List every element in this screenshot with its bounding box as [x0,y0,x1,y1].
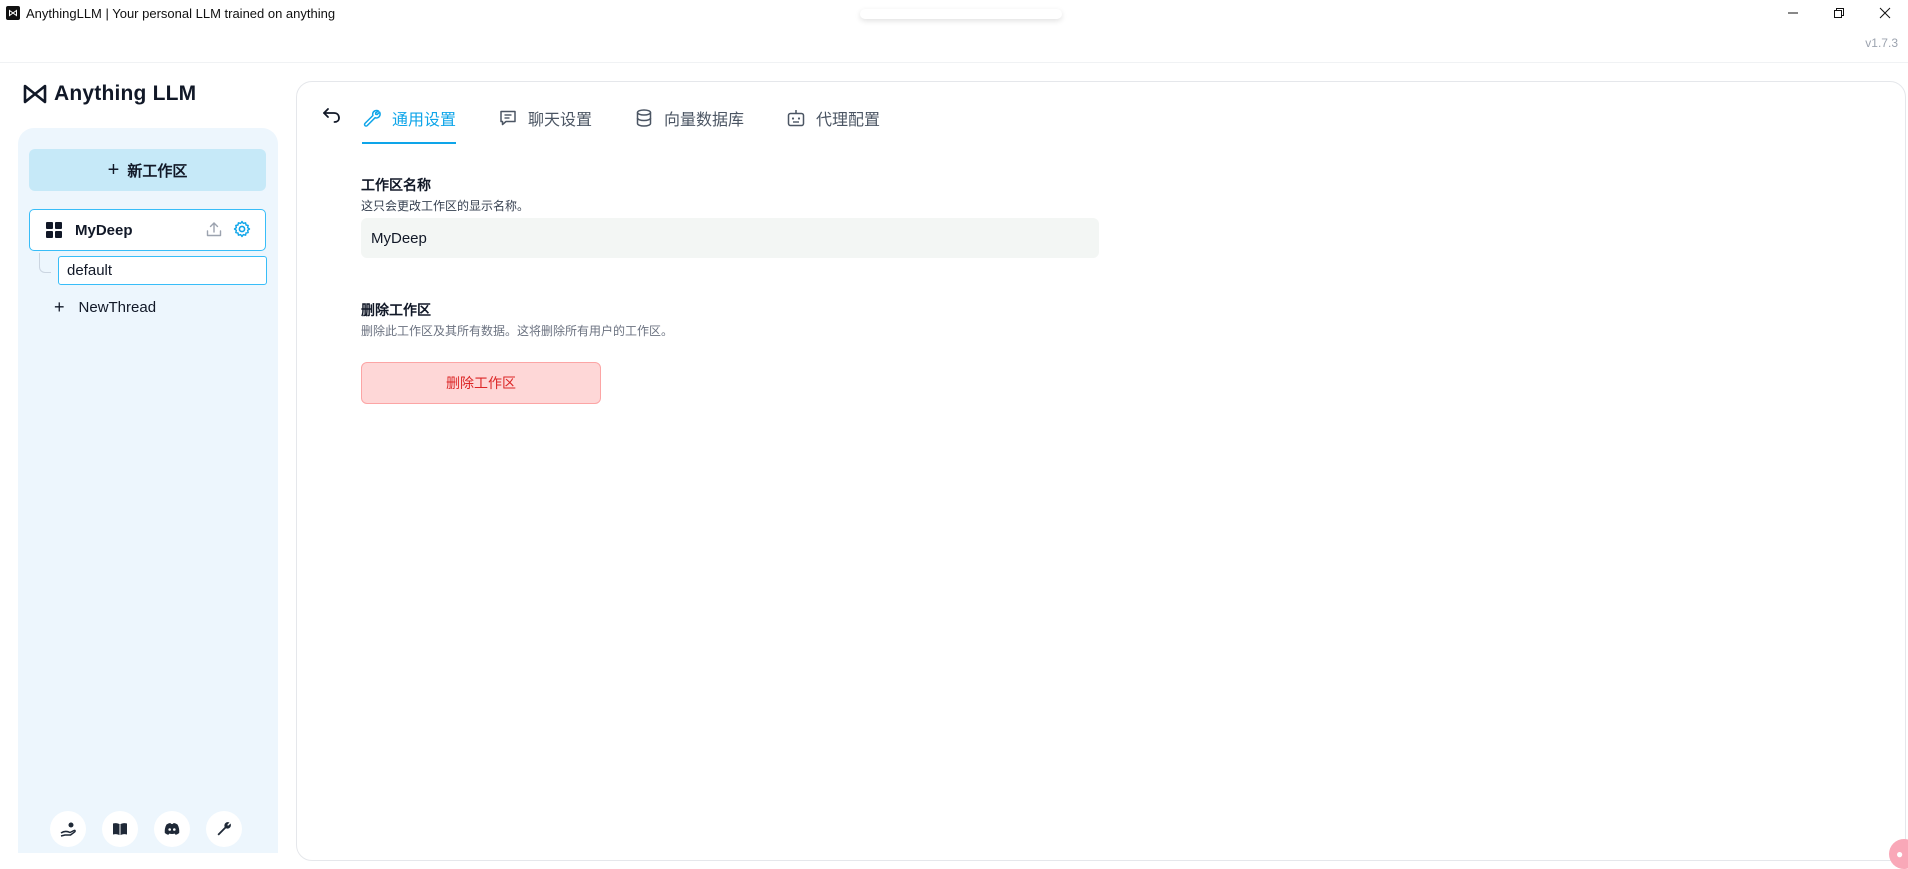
workspace-actions [205,220,251,238]
workspace-name-description: 这只会更改工作区的显示名称。 [361,199,530,213]
new-thread-button[interactable]: + NewThread [54,298,156,316]
workspace-name-title: 工作区名称 [361,177,431,193]
tab-label: 聊天设置 [528,112,593,129]
plus-icon: + [107,159,120,181]
settings-button[interactable] [206,811,242,847]
restore-button[interactable] [1816,0,1862,26]
app-logo-icon [6,6,20,20]
sidebar: + 新工作区 MyDeep default + NewThread [18,128,278,853]
database-icon [636,109,652,127]
wrench-icon [363,109,381,127]
delete-workspace-button[interactable]: 删除工作区 [361,362,601,404]
new-thread-label: NewThread [78,298,157,316]
thread-item-default[interactable]: default [58,256,267,285]
new-workspace-button[interactable]: + 新工作区 [29,149,266,191]
delete-workspace-title: 删除工作区 [361,302,431,318]
chat-icon [500,110,516,126]
workspace-item-mydeep[interactable]: MyDeep [29,209,266,251]
workspace-settings-panel: 通用设置 聊天设置 向量数据库 代理配置 工作区名称 这只会更改工作区的显示名称… [296,81,1908,869]
plus-icon: + [54,297,65,317]
brand-name: Anything LLM [54,82,197,105]
header-divider [0,62,1908,63]
window-controls [1770,0,1908,26]
community-hub-button[interactable] [50,811,86,847]
gear-icon[interactable] [233,220,251,238]
settings-tabs: 通用设置 聊天设置 向量数据库 代理配置 [362,100,880,144]
anythingllm-logo-icon [23,84,47,104]
minimize-button[interactable] [1770,0,1816,26]
drag-handle[interactable] [860,9,1062,19]
window-titlebar: AnythingLLM | Your personal LLM trained … [0,0,1908,26]
tab-general-settings[interactable]: 通用设置 [362,100,457,144]
tab-label: 通用设置 [392,112,457,129]
workspace-name: MyDeep [75,221,133,239]
community-hub-icon [60,822,76,837]
new-workspace-label: 新工作区 [127,162,188,180]
docs-book-icon [113,823,127,836]
tab-chat-settings[interactable]: 聊天设置 [498,100,592,136]
tab-label: 向量数据库 [664,112,745,129]
docs-button[interactable] [102,811,138,847]
helper-bubble-icon: ● [1896,847,1904,861]
tab-vector-database[interactable]: 向量数据库 [634,100,744,136]
tab-label: 代理配置 [816,112,881,129]
delete-workspace-description: 删除此工作区及其所有数据。这将删除所有用户的工作区。 [361,324,674,338]
back-arrow-icon[interactable] [321,104,343,126]
settings-wrench-icon [217,822,231,836]
floating-helper-bubble[interactable]: ● [1889,839,1908,869]
thread-connector-line [39,253,51,273]
workspace-name-input[interactable]: MyDeep [361,218,1099,258]
discord-button[interactable] [154,811,190,847]
sidebar-footer [50,811,242,847]
discord-icon [164,823,180,835]
close-button[interactable] [1862,0,1908,26]
squares-four-icon [46,222,62,238]
app-version: v1.7.3 [1865,36,1898,50]
window-title: AnythingLLM | Your personal LLM trained … [26,5,336,21]
upload-icon[interactable] [205,220,223,238]
robot-icon [787,110,805,127]
brand-logo: Anything LLM [22,82,196,106]
tab-agent-configuration[interactable]: 代理配置 [786,100,880,136]
